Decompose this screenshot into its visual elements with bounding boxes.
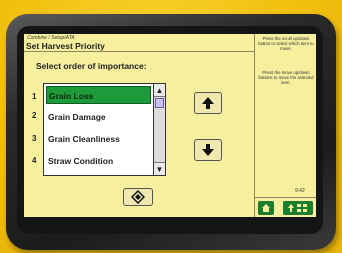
list-item-grain-loss[interactable]: Grain Loss xyxy=(46,86,151,104)
softkey-bar xyxy=(255,197,316,217)
move-down-button[interactable] xyxy=(194,139,222,161)
rank-number: 1 xyxy=(32,92,37,101)
list-item-grain-damage[interactable]: Grain Damage xyxy=(46,108,151,126)
menu-grid-icon xyxy=(288,204,307,212)
help-text-move: Press the move up/down buttons to move t… xyxy=(258,70,314,85)
menu-softkey[interactable] xyxy=(283,201,313,215)
list-item-grain-cleanliness[interactable]: Grain Cleanliness xyxy=(46,130,151,148)
rank-number: 4 xyxy=(32,156,37,165)
move-up-button[interactable] xyxy=(194,92,222,114)
rank-number: 3 xyxy=(32,134,37,143)
scroll-thumb[interactable] xyxy=(155,98,164,108)
instruction-prompt: Select order of importance: xyxy=(36,61,147,71)
display-screen: Combine / Setup/ATA Set Harvest Priority… xyxy=(24,34,316,217)
arrow-up-icon xyxy=(202,97,214,109)
help-panel: Press the scroll up/down button to selec… xyxy=(254,34,316,217)
help-text-select: Press the scroll up/down button to selec… xyxy=(258,36,314,51)
home-softkey[interactable] xyxy=(258,201,274,215)
scroll-up-button[interactable]: ▲ xyxy=(154,84,165,97)
clock-readout: 9:42 xyxy=(295,188,305,194)
main-panel: Combine / Setup/ATA Set Harvest Priority… xyxy=(24,34,254,217)
scroll-down-button[interactable]: ▼ xyxy=(154,162,165,175)
display-bezel: Combine / Setup/ATA Set Harvest Priority… xyxy=(6,14,336,250)
arrow-down-icon xyxy=(202,144,214,156)
list-item-straw-condition[interactable]: Straw Condition xyxy=(46,152,151,170)
enter-diamond-icon xyxy=(131,190,145,204)
page-title: Set Harvest Priority xyxy=(26,41,105,51)
display-frame: Combine / Setup/ATA Set Harvest Priority… xyxy=(17,26,323,234)
enter-button[interactable] xyxy=(123,188,153,206)
title-divider xyxy=(24,51,254,52)
priority-list: Grain Loss Grain Damage Grain Cleanlines… xyxy=(43,83,155,176)
triangle-up-icon: ▲ xyxy=(155,85,164,95)
list-scrollbar[interactable]: ▲ ▼ xyxy=(153,83,166,176)
home-icon xyxy=(262,204,270,212)
triangle-down-icon: ▼ xyxy=(155,164,164,174)
rank-number: 2 xyxy=(32,111,37,120)
